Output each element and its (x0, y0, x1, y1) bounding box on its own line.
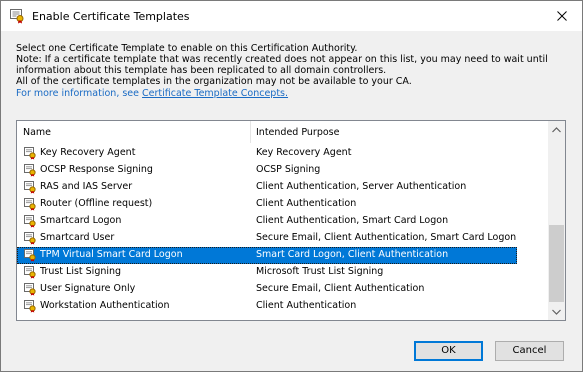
description-line: Note: If a certificate template that was… (16, 54, 548, 65)
template-name: OCSP Response Signing (40, 164, 153, 175)
column-header-intended-purpose[interactable]: Intended Purpose (256, 127, 339, 138)
template-intended-purpose: Microsoft Trust List Signing (256, 266, 384, 277)
template-intended-purpose: Smart Card Logon, Client Authentication (256, 249, 449, 260)
template-name: Workstation Authentication (40, 300, 170, 311)
dialog-window: Enable Certificate Templates Select one … (0, 0, 583, 372)
certificate-template-icon (23, 282, 37, 296)
certificate-template-icon (23, 214, 37, 228)
chevron-down-icon (552, 309, 561, 315)
description-text: Select one Certificate Template to enabl… (16, 43, 571, 99)
close-button[interactable] (542, 1, 582, 31)
table-row[interactable]: RAS and IAS Server Client Authentication,… (17, 179, 546, 196)
template-name: RAS and IAS Server (40, 181, 133, 192)
template-name: Router (Offline request) (40, 198, 153, 209)
certificate-template-icon (23, 299, 37, 313)
template-intended-purpose: Secure Email, Client Authentication, Sma… (256, 232, 517, 243)
template-intended-purpose: Secure Email, Client Authentication (256, 283, 425, 294)
vertical-scrollbar[interactable] (548, 121, 565, 320)
window-title: Enable Certificate Templates (32, 10, 190, 23)
template-intended-purpose: Client Authentication, Server Authentica… (256, 181, 467, 192)
description-line: Select one Certificate Template to enabl… (16, 43, 358, 54)
certificate-template-concepts-link[interactable]: Certificate Template Concepts. (142, 88, 288, 99)
template-name: Trust List Signing (40, 266, 122, 277)
table-row[interactable]: Router (Offline request) Client Authentic… (17, 196, 546, 213)
table-row[interactable]: User Signature Only Secure Email, Client … (17, 281, 546, 298)
table-row[interactable]: OCSP Response Signing OCSP Signing (17, 162, 546, 179)
table-row[interactable]: Key Recovery Agent Key Recovery Agent (17, 145, 546, 162)
template-name: TPM Virtual Smart Card Logon (40, 249, 183, 260)
list-header: Name Intended Purpose (17, 121, 546, 143)
more-info-prefix: For more information, see (16, 88, 143, 99)
column-divider[interactable] (250, 121, 251, 143)
scrollbar-thumb[interactable] (549, 225, 564, 302)
table-row[interactable]: TPM Virtual Smart Card Logon Smart Card L… (17, 247, 546, 264)
certificate-template-icon (23, 265, 37, 279)
table-row[interactable]: Smartcard User Secure Email, Client Authe… (17, 230, 546, 247)
certificate-template-icon (23, 146, 37, 160)
template-name: User Signature Only (40, 283, 136, 294)
template-name: Key Recovery Agent (40, 147, 136, 158)
scroll-down-button[interactable] (548, 303, 565, 320)
chevron-up-icon (552, 126, 561, 132)
certificate-icon (9, 8, 25, 24)
table-row[interactable]: Workstation Authentication Client Authent… (17, 298, 546, 315)
table-row[interactable]: Smartcard Logon Client Authentication, Sm… (17, 213, 546, 230)
title-bar[interactable]: Enable Certificate Templates (1, 1, 582, 31)
certificate-template-icon (23, 163, 37, 177)
cancel-button[interactable]: Cancel (495, 341, 564, 361)
list-rows: Key Recovery Agent Key Recovery Agent OCSP… (17, 145, 546, 315)
column-header-name[interactable]: Name (23, 127, 51, 138)
description-line: information about this template has been… (16, 65, 387, 76)
certificate-template-icon (23, 197, 37, 211)
certificate-template-icon (23, 248, 37, 262)
close-icon (557, 11, 567, 21)
template-name: Smartcard User (40, 232, 115, 243)
ok-button[interactable]: OK (414, 341, 483, 361)
more-info-line: For more information, see Certificate Te… (16, 88, 571, 99)
certificate-template-list[interactable]: Name Intended Purpose Key Recovery Agent… (16, 120, 566, 321)
template-intended-purpose: Client Authentication (256, 198, 357, 209)
scroll-up-button[interactable] (548, 121, 565, 138)
template-intended-purpose: OCSP Signing (256, 164, 321, 175)
template-intended-purpose: Client Authentication (256, 300, 357, 311)
template-name: Smartcard Logon (40, 215, 122, 226)
template-intended-purpose: Key Recovery Agent (256, 147, 352, 158)
description-line: All of the certificate templates in the … (16, 76, 412, 87)
certificate-template-icon (23, 180, 37, 194)
table-row[interactable]: Trust List Signing Microsoft Trust List S… (17, 264, 546, 281)
template-intended-purpose: Client Authentication, Smart Card Logon (256, 215, 449, 226)
certificate-template-icon (23, 231, 37, 245)
